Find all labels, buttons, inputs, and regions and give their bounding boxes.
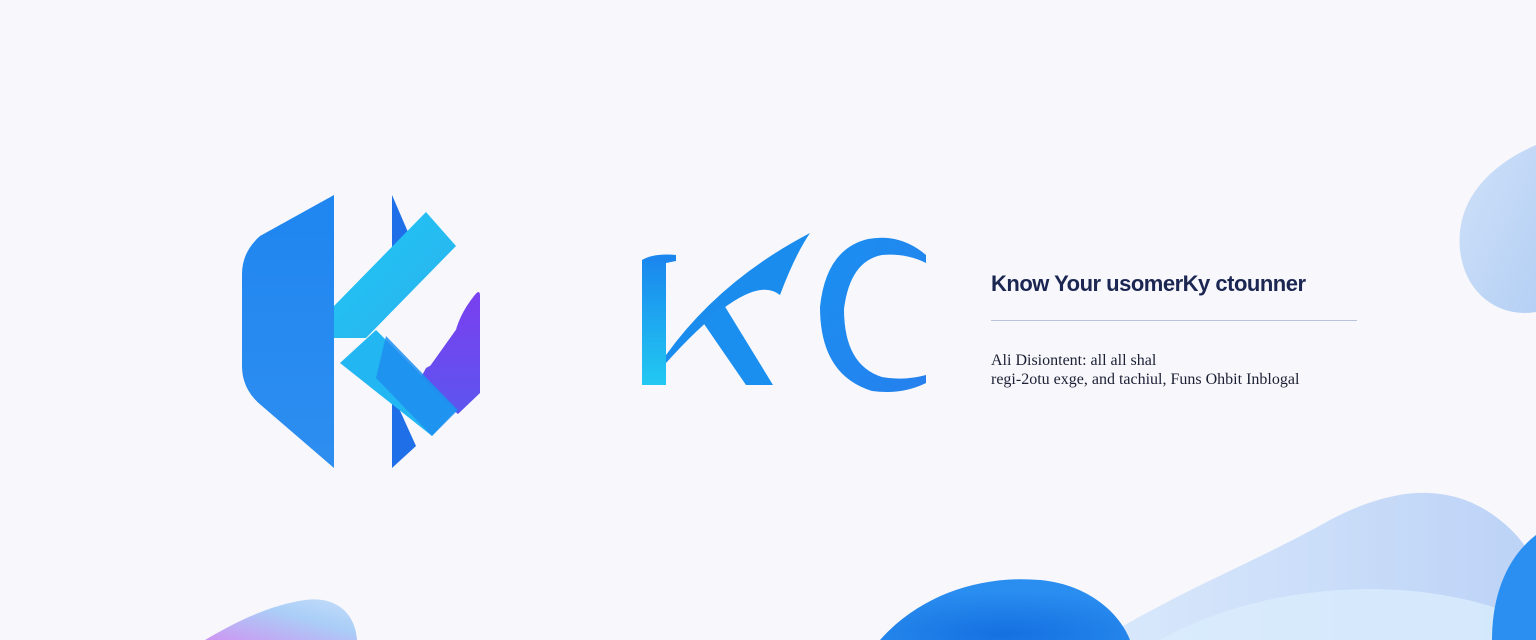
- blob-blue-dome: [880, 579, 1130, 640]
- tagline: Know Your usomerKy ctounner: [991, 271, 1306, 296]
- wordmark-c: [820, 237, 926, 392]
- k-monogram-icon: [242, 195, 480, 468]
- logo-left-block: [242, 195, 334, 468]
- description: Ali Disiontent: all all shal regi-2otu e…: [991, 351, 1299, 389]
- blob-right: [1459, 145, 1536, 313]
- wordmark-k-leg: [702, 305, 773, 385]
- banner-canvas: KC Know Your usomerKy ctounner Ali Disio…: [0, 0, 1536, 640]
- divider: [991, 320, 1357, 321]
- kc-wordmark: KC: [630, 225, 926, 392]
- wordmark-k-stem: [642, 256, 666, 385]
- wordmark-text: KC: [630, 225, 632, 226]
- description-line-2: regi-2otu exge, and tachiul, Funs Ohbit …: [991, 371, 1300, 388]
- description-line-1: Ali Disiontent: all all shal: [991, 352, 1157, 369]
- blob-bottom-left: [205, 599, 357, 640]
